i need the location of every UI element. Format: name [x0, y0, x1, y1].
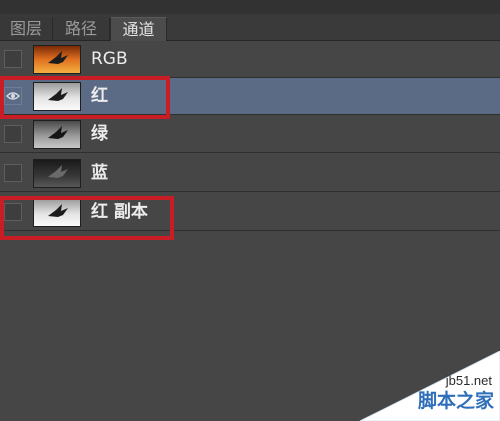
channel-label: 红: [91, 86, 108, 106]
light-eagle-icon: [34, 199, 80, 226]
channel-label: 红 副本: [91, 202, 148, 222]
channel-row-rgb[interactable]: RGB: [0, 41, 500, 78]
channel-thumbnail: [33, 198, 81, 227]
tab-paths[interactable]: 路径: [53, 17, 110, 40]
dark-eagle-icon: [34, 160, 80, 187]
tab-layers[interactable]: 图层: [0, 17, 53, 40]
channel-row-blue[interactable]: 蓝: [0, 155, 500, 192]
channel-row-green[interactable]: 绿: [0, 116, 500, 153]
eye-icon: [6, 92, 20, 100]
channel-label: 绿: [91, 124, 108, 144]
channel-thumbnail: [33, 159, 81, 188]
channel-thumbnail: [33, 120, 81, 149]
panel-tab-bar: 图层 路径 通道: [0, 14, 500, 41]
visibility-toggle[interactable]: [4, 87, 22, 105]
channel-label: RGB: [91, 49, 128, 69]
visibility-toggle[interactable]: [4, 203, 22, 221]
color-eagle-icon: [34, 46, 80, 73]
channel-row-red[interactable]: 红: [0, 78, 500, 115]
watermark: jb51.net 脚本之家: [350, 351, 500, 421]
channel-label: 蓝: [91, 163, 108, 183]
channel-thumbnail: [33, 82, 81, 111]
visibility-toggle[interactable]: [4, 50, 22, 68]
visibility-toggle[interactable]: [4, 125, 22, 143]
channel-thumbnail: [33, 45, 81, 74]
channel-row-red-copy[interactable]: 红 副本: [0, 194, 500, 231]
tab-channels[interactable]: 通道: [110, 17, 167, 41]
gray-eagle-icon: [34, 121, 80, 148]
panel-top-strip: [0, 0, 500, 14]
visibility-toggle[interactable]: [4, 164, 22, 182]
watermark-name: 脚本之家: [417, 390, 494, 412]
light-eagle-icon: [34, 83, 80, 110]
